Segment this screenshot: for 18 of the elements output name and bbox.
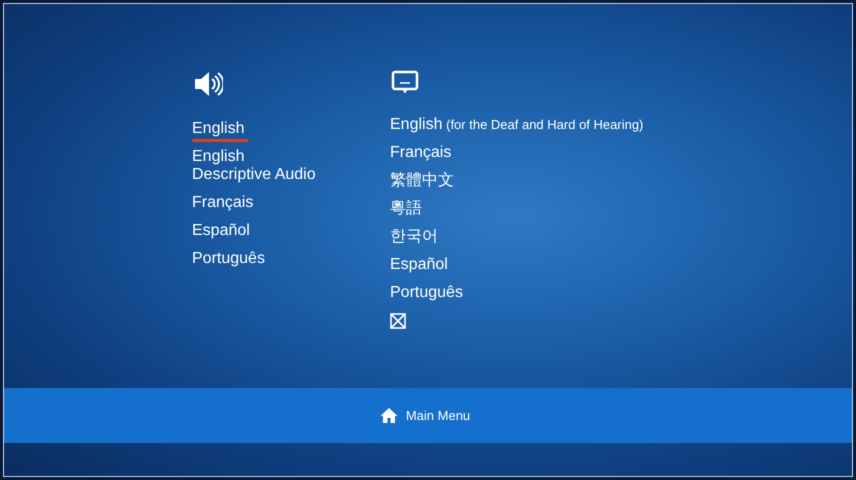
subtitles-icon — [391, 70, 419, 96]
audio-option[interactable]: Português — [192, 250, 390, 268]
audio-option[interactable]: Français — [192, 194, 390, 212]
subtitle-option[interactable]: 한국어 — [390, 228, 644, 246]
main-menu-button[interactable]: Main Menu — [380, 406, 470, 426]
subtitle-option[interactable]: 粵語 — [390, 200, 644, 218]
crossed-box-icon — [390, 313, 406, 329]
audio-option[interactable]: Español — [192, 222, 390, 240]
subtitles-off-button[interactable] — [390, 312, 408, 330]
subtitle-option[interactable]: Español — [390, 256, 644, 274]
home-icon — [380, 407, 398, 424]
audio-option[interactable]: English Descriptive Audio — [192, 148, 390, 184]
subtitle-option[interactable]: English (for the Deaf and Hard of Hearing) — [390, 116, 644, 134]
audio-option[interactable]: English — [192, 120, 390, 138]
speaker-icon — [193, 70, 223, 98]
subtitle-option[interactable]: Français — [390, 144, 644, 162]
subtitle-option[interactable]: Português — [390, 284, 644, 302]
subtitle-option[interactable]: 繁體中文 — [390, 172, 644, 190]
